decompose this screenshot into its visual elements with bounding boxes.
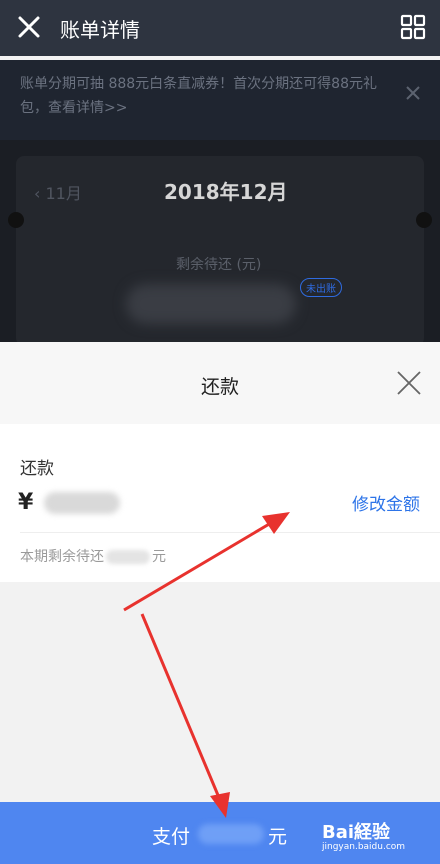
pay-label: 支付 (152, 826, 191, 848)
bill-card: ‹ 11月 2018年12月 剩余待还 (元) 未出账 (16, 156, 424, 346)
card-notch-right (416, 212, 432, 228)
currency-symbol: ¥ (18, 490, 34, 515)
remaining-label: 剩余待还 (元) (176, 257, 262, 273)
remaining-amount-redacted (126, 284, 296, 324)
grid-menu-icon[interactable] (400, 14, 426, 40)
divider (20, 532, 440, 533)
empty-area (0, 582, 440, 802)
remaining-prefix: 本期剩余待还 (20, 549, 104, 565)
page-title: 账单详情 (60, 18, 140, 42)
watermark-url: jingyan.baidu.com (322, 842, 406, 852)
remaining-note: 本期剩余待还 元 (20, 546, 166, 566)
top-bar: 账单详情 (0, 0, 440, 56)
sheet-title: 还款 (200, 376, 239, 398)
repay-sheet-body: 还款 ¥ 修改金额 本期剩余待还 元 (0, 424, 440, 582)
pay-amount-redacted (198, 824, 264, 844)
watermark: Bai経验 jingyan.baidu.com (322, 818, 405, 852)
promo-close-icon[interactable] (404, 84, 422, 102)
prev-month-label: 11月 (45, 184, 82, 203)
card-notch-left (8, 212, 24, 228)
sheet-close-icon[interactable] (396, 370, 422, 396)
prev-month-link[interactable]: ‹ 11月 (34, 180, 82, 204)
promo-banner[interactable]: 账单分期可抽 888元白条直减券！首次分期还可得88元礼包，查看详情>> (0, 60, 440, 140)
current-month: 2018年12月 (164, 180, 288, 204)
pay-unit: 元 (268, 826, 288, 848)
amount-label: 还款 (20, 459, 54, 479)
status-badge: 未出账 (300, 278, 342, 297)
promo-text: 账单分期可抽 888元白条直减券！首次分期还可得88元礼包，查看详情>> (20, 76, 377, 116)
watermark-brand: Bai経验 (322, 822, 391, 843)
repay-sheet-header: 还款 (0, 342, 440, 424)
remaining-suffix: 元 (152, 549, 166, 565)
amount-value-redacted (44, 492, 120, 514)
remaining-value-redacted (106, 550, 150, 564)
close-icon[interactable] (14, 12, 44, 42)
edit-amount-link[interactable]: 修改金额 (352, 490, 420, 515)
